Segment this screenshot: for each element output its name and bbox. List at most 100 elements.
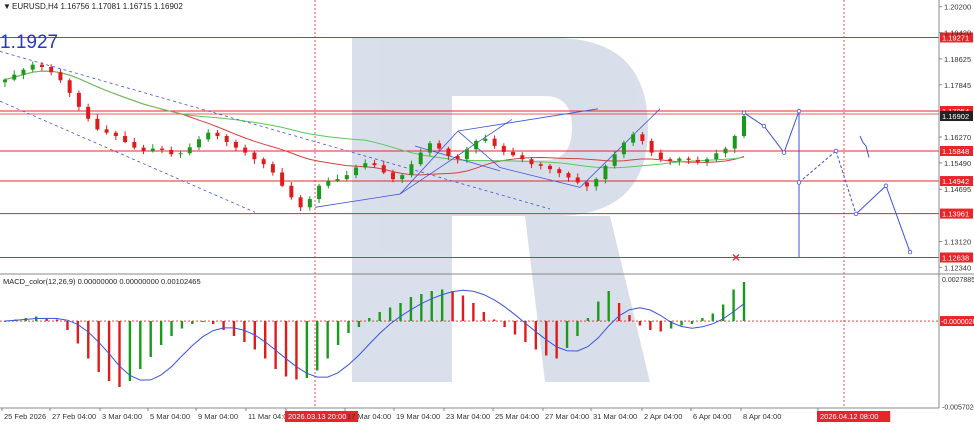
candle-body <box>372 163 377 166</box>
candle-body <box>243 147 248 153</box>
macd-bar <box>128 321 132 381</box>
macd-indicator-label: MACD_color(12,26,9) 0.00000000 0.0000000… <box>3 277 201 286</box>
level-tag-label: 1.13961 <box>942 210 969 219</box>
macd-bar <box>180 321 184 329</box>
candle-body <box>317 185 322 200</box>
candle-body <box>714 153 719 160</box>
candle-body <box>557 169 562 174</box>
forecast-node <box>781 150 787 155</box>
price-chart-svg[interactable]: 1.192711.170541.169021.158481.149421.139… <box>0 0 974 422</box>
candle-body <box>538 164 543 166</box>
candle-body <box>307 199 312 208</box>
macd-bar <box>607 291 610 321</box>
forecast-node <box>907 249 913 255</box>
level-tag-label: 1.15848 <box>942 147 969 156</box>
candle-body <box>67 80 72 93</box>
candle-body <box>104 129 109 133</box>
macd-bar <box>357 321 361 327</box>
macd-bar <box>680 321 683 326</box>
y-tick-label: 1.14695 <box>944 185 971 194</box>
candle-body <box>668 159 673 161</box>
candle-body <box>270 164 275 173</box>
forecast-node <box>796 108 802 114</box>
candle-body <box>409 164 414 176</box>
x-tick-label: 9 Mar 04:00 <box>198 412 238 421</box>
y-tick-label: 1.13120 <box>944 237 971 246</box>
macd-bar <box>638 321 642 326</box>
candle-body <box>474 140 479 150</box>
candle-body <box>612 154 617 166</box>
macd-bar <box>430 291 433 321</box>
candle-body <box>49 67 54 73</box>
x-tick-label: 27 Mar 04:00 <box>545 412 589 421</box>
candle-body <box>677 158 682 161</box>
candle-body <box>584 182 589 187</box>
macd-bar <box>555 321 558 359</box>
candle-body <box>3 79 7 83</box>
macd-bar <box>597 301 600 321</box>
forecast-node <box>796 180 802 185</box>
macd-bar <box>274 321 277 369</box>
candle-body <box>58 72 63 81</box>
candle-body <box>631 134 636 143</box>
candle-body <box>160 148 165 150</box>
candle-body <box>86 106 91 119</box>
candle-body <box>621 142 626 155</box>
macd-bar <box>503 321 506 327</box>
candle-body <box>113 132 118 136</box>
macd-bar <box>97 321 100 372</box>
macd-bar <box>66 321 69 330</box>
x-tick-label: 6 Apr 04:00 <box>693 412 731 421</box>
macd-bar <box>711 313 714 321</box>
candle-body <box>520 155 525 160</box>
macd-bar <box>243 321 246 342</box>
candle-body <box>649 140 654 153</box>
macd-bar <box>139 321 142 369</box>
macd-bar <box>284 321 288 377</box>
macd-bar <box>732 289 735 321</box>
macd-bar <box>159 321 163 345</box>
candle-body <box>132 141 137 148</box>
candle-body <box>335 179 340 181</box>
x-tick-label: 23 Mar 04:00 <box>446 412 490 421</box>
candle-body <box>261 159 266 165</box>
macd-bar <box>118 321 121 387</box>
y-tick-label: 1.20200 <box>944 3 971 12</box>
macd-bar <box>492 319 496 321</box>
macd-bar <box>617 303 621 321</box>
macd-bar <box>201 321 204 322</box>
macd-bar <box>368 318 371 321</box>
candle-body <box>732 136 737 149</box>
candle-body <box>723 148 728 154</box>
candle-body <box>298 197 303 208</box>
candle-body <box>141 147 146 151</box>
forecast-node <box>853 211 859 217</box>
candle-body <box>594 179 599 187</box>
candle-body <box>483 138 488 141</box>
macd-bar <box>420 294 423 321</box>
candle-body <box>326 180 331 186</box>
candle-body <box>233 141 238 148</box>
macd-bar <box>388 307 392 321</box>
big-price-label: 1.1927 <box>0 32 58 53</box>
macd-bar <box>87 321 90 359</box>
candle-body <box>187 147 192 154</box>
candle-body <box>501 145 506 152</box>
candle-body <box>95 118 100 130</box>
macd-bar <box>482 312 485 321</box>
forecast-node <box>883 183 889 188</box>
candle-body <box>289 185 294 198</box>
macd-bar <box>378 312 381 321</box>
candle-body <box>206 132 211 140</box>
candle-body <box>492 138 497 146</box>
forecast-node <box>833 148 839 154</box>
chart-window[interactable]: 1.192711.170541.169021.158481.149421.139… <box>0 0 974 422</box>
candle-body <box>224 136 229 142</box>
macd-bar <box>576 321 579 336</box>
x-tick-label: 2026.04.12 08:00 <box>820 412 878 421</box>
macd-bar <box>222 321 225 330</box>
candle-body <box>742 116 746 136</box>
candle-body <box>511 151 516 156</box>
chart-triangle-icon[interactable]: ▼ <box>3 2 11 11</box>
candle-body <box>21 69 26 75</box>
